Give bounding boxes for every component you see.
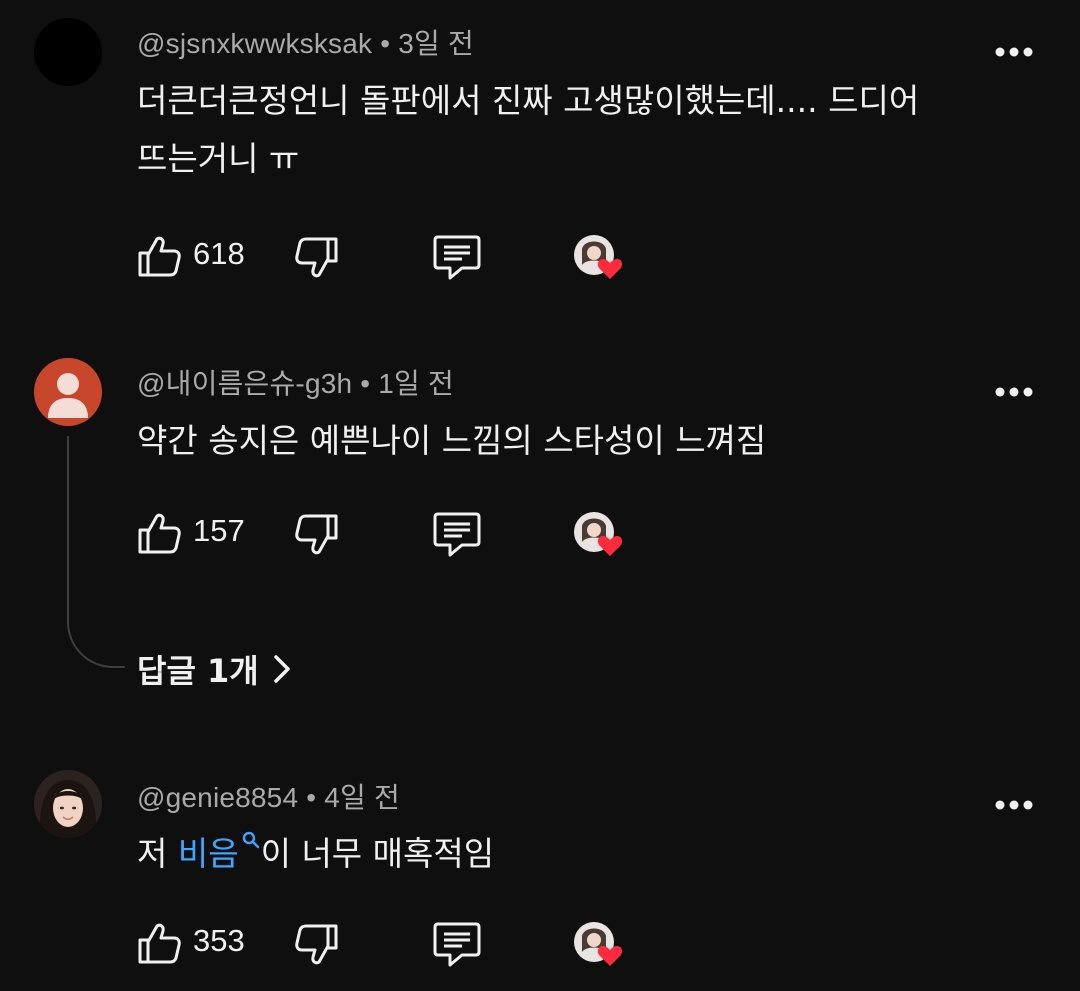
comment-author[interactable]: @sjsnxkwwksksak — [137, 28, 372, 59]
reply-button[interactable] — [432, 510, 482, 562]
thumbs-up-icon — [138, 236, 181, 277]
creator-heart-icon — [574, 922, 623, 966]
creator-heart-icon — [574, 235, 623, 279]
dislike-button[interactable] — [294, 235, 340, 285]
search-icon[interactable] — [239, 829, 261, 853]
thumbs-down-icon — [295, 237, 338, 278]
creator-heart-icon — [574, 512, 623, 556]
comment-text-segment: 이 너무 매혹적임 — [260, 834, 495, 873]
like-count: 353 — [193, 923, 245, 958]
dislike-button[interactable] — [294, 922, 340, 972]
like-count: 618 — [193, 236, 245, 271]
comment-author[interactable]: @내이름은슈-g3h — [137, 368, 352, 399]
creator-heart-badge — [572, 510, 628, 560]
comment-header: @sjsnxkwwksksak • 3일 전 — [137, 28, 474, 59]
comment-icon — [433, 512, 481, 557]
comment-icon — [433, 922, 481, 967]
replies-label: 답글 1개 — [137, 652, 259, 690]
comment-header: @genie8854 • 4일 전 — [137, 782, 400, 813]
view-replies-button[interactable]: 답글 1개 — [137, 646, 291, 692]
thumbs-up-icon — [138, 513, 181, 554]
more-options-button[interactable] — [994, 44, 1034, 58]
comment-text: 저 비음 이 너무 매혹적임 — [137, 825, 494, 883]
creator-heart-badge — [572, 233, 628, 283]
comment-text-line: 뜨는거니 ㅠ — [137, 139, 300, 178]
thumbs-down-icon — [295, 924, 338, 965]
creator-heart-badge — [572, 920, 628, 970]
person-icon — [48, 373, 88, 418]
search-link[interactable]: 비음 — [178, 834, 239, 873]
thumbs-up-icon — [138, 923, 181, 964]
thread-connector — [67, 436, 125, 668]
comment-header: @내이름은슈-g3h • 1일 전 — [137, 368, 454, 399]
comment-text: 더큰더큰정언니 돌판에서 진짜 고생많이했는데.... 드디어 뜨는거니 ㅠ — [137, 72, 919, 188]
comment-time[interactable]: 1일 전 — [378, 368, 454, 399]
like-count: 157 — [193, 513, 245, 548]
avatar[interactable] — [34, 358, 102, 426]
chevron-right-icon — [273, 655, 290, 683]
comment-author[interactable]: @genie8854 — [137, 782, 298, 813]
dislike-button[interactable] — [294, 512, 340, 562]
comment-text: 약간 송지은 예쁜나이 느낌의 스타성이 느껴짐 — [137, 412, 766, 470]
comment-text-line: 더큰더큰정언니 돌판에서 진짜 고생많이했는데.... 드디어 — [137, 81, 920, 120]
more-vertical-icon — [995, 387, 1033, 397]
profile-photo-icon — [34, 770, 102, 838]
reply-button[interactable] — [432, 233, 482, 285]
like-button[interactable] — [136, 233, 182, 283]
more-options-button[interactable] — [994, 384, 1034, 398]
comment-time[interactable]: 4일 전 — [324, 782, 400, 813]
more-vertical-icon — [995, 800, 1033, 810]
comment-icon — [433, 235, 481, 280]
avatar[interactable] — [34, 770, 102, 838]
more-options-button[interactable] — [994, 797, 1034, 811]
avatar[interactable] — [34, 18, 102, 86]
comment-time[interactable]: 3일 전 — [398, 28, 474, 59]
like-button[interactable] — [136, 920, 182, 970]
comment-text-segment: 저 — [137, 834, 178, 873]
like-button[interactable] — [136, 510, 182, 560]
reply-button[interactable] — [432, 920, 482, 972]
more-vertical-icon — [995, 47, 1033, 57]
comment-text-line: 약간 송지은 예쁜나이 느낌의 스타성이 느껴짐 — [137, 421, 767, 460]
thumbs-down-icon — [295, 514, 338, 555]
